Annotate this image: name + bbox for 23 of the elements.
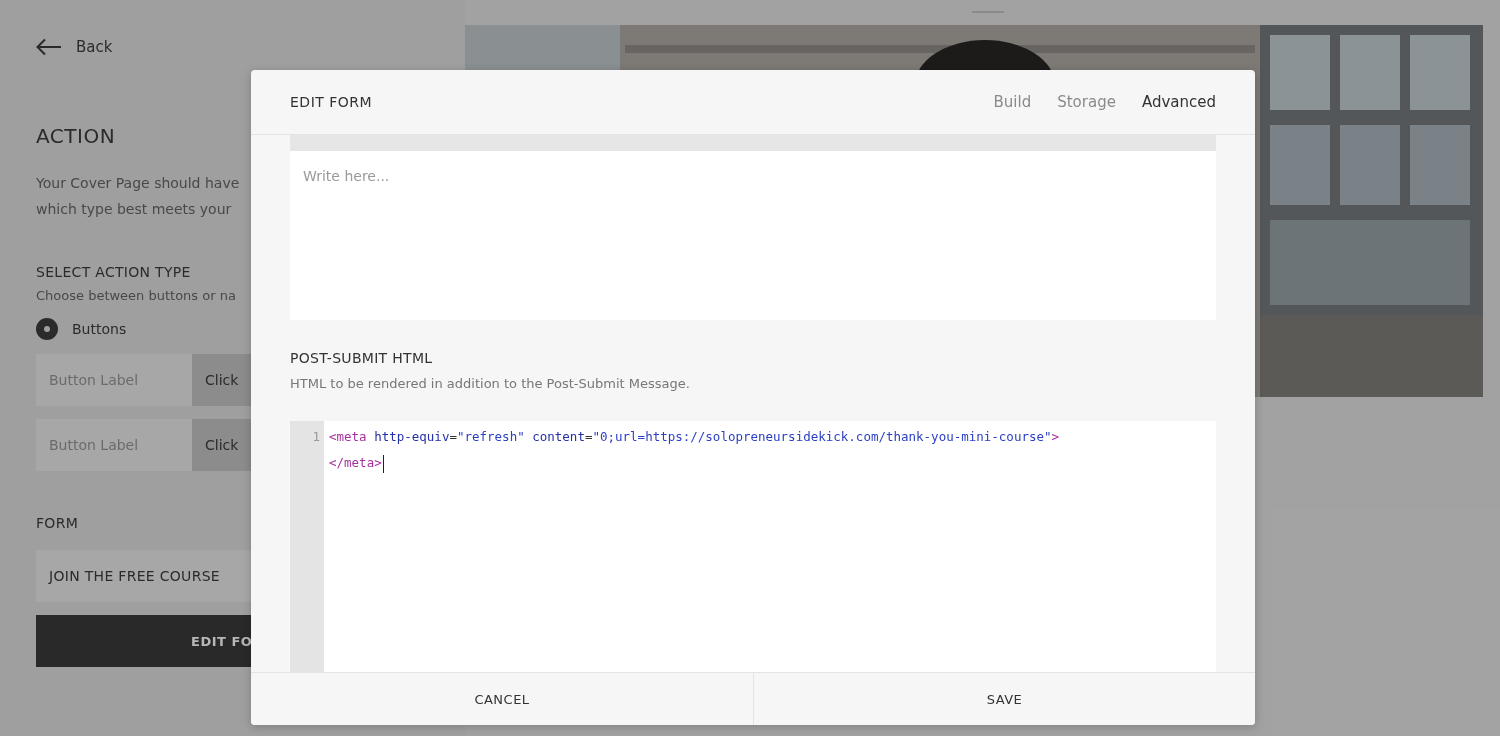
section-heading: SELECT ACTION TYPE xyxy=(36,264,191,280)
code-line: <meta http-equiv="refresh" content="0;url=https://solopreneursidekick.com/thank-you-mini-course"> xyxy=(329,429,1060,444)
code-editor[interactable]: 1 <meta http-equiv="refresh" content="0;url=https://solopreneursidekick.com/thank-you-mini-course"> </meta> xyxy=(290,421,1216,672)
line-number: 1 xyxy=(312,429,320,444)
section-title: ACTION xyxy=(36,124,117,148)
back-arrow-icon[interactable] xyxy=(36,38,62,56)
code-line: </meta> xyxy=(329,455,382,470)
radio-label[interactable]: Buttons xyxy=(72,321,127,337)
tab[interactable]: Storage xyxy=(1057,93,1116,111)
dialog-title: EDIT FORM xyxy=(290,94,373,110)
back-link[interactable]: Back xyxy=(76,38,113,56)
field-heading: POST-SUBMIT HTML xyxy=(290,350,433,366)
radio-button[interactable] xyxy=(36,318,58,340)
tab[interactable]: Advanced xyxy=(1141,93,1216,111)
message-editor[interactable]: Write here... xyxy=(290,151,1216,320)
section-heading: FORM xyxy=(36,515,79,531)
description-text: which type best meets your xyxy=(36,200,232,219)
hint-text: Choose between buttons or na xyxy=(36,288,236,303)
field-description: HTML to be rendered in addition to the Post-Submit Message. xyxy=(290,376,690,391)
tab[interactable]: Build xyxy=(993,93,1032,111)
save-button[interactable]: SAVE xyxy=(753,673,1255,725)
cancel-button[interactable]: CANCEL xyxy=(251,673,753,725)
description-text: Your Cover Page should have xyxy=(36,174,240,193)
